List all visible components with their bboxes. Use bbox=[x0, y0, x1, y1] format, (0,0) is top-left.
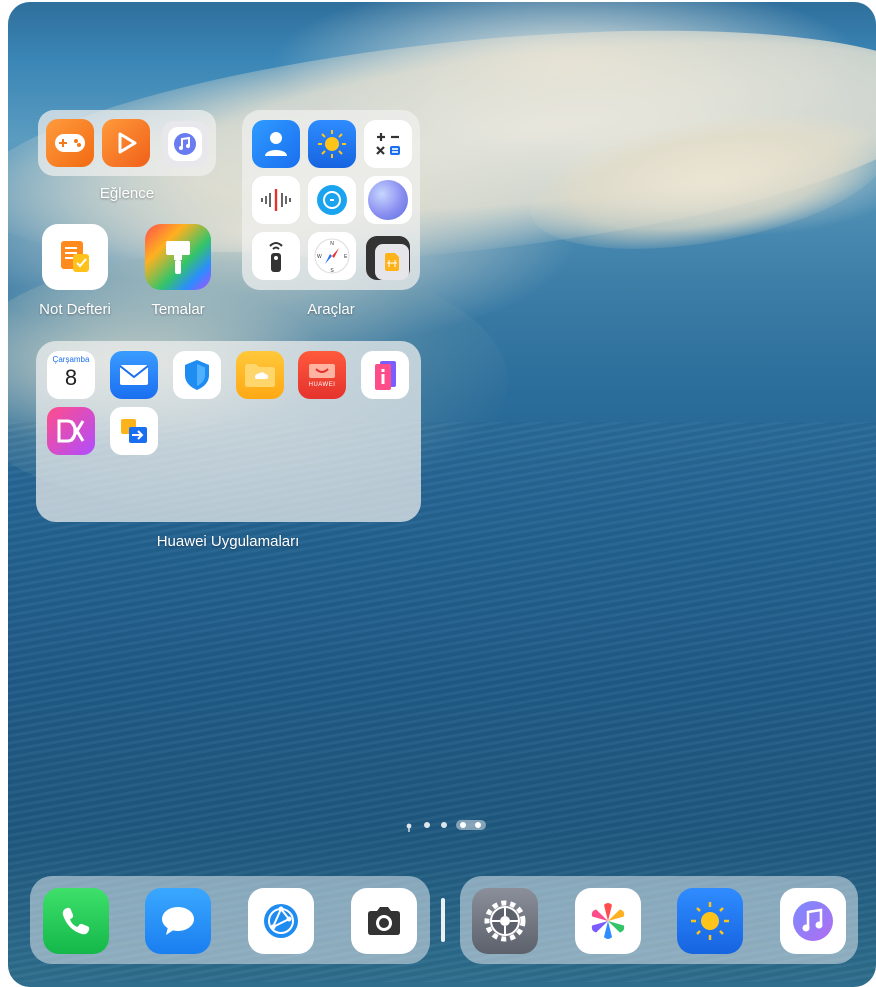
compass-icon: NSWE bbox=[308, 232, 356, 280]
video-editor-icon bbox=[47, 407, 95, 455]
games-icon bbox=[46, 119, 94, 167]
svg-text:W: W bbox=[317, 254, 322, 260]
camera-icon[interactable] bbox=[351, 888, 417, 954]
page-dot[interactable] bbox=[424, 822, 430, 828]
calendar-weekday: Çarşamba bbox=[52, 355, 90, 364]
browser-icon[interactable] bbox=[248, 888, 314, 954]
phone-icon[interactable] bbox=[43, 888, 109, 954]
notes-app-label: Not Defteri bbox=[39, 301, 111, 318]
page-indicator[interactable] bbox=[406, 820, 486, 832]
page-dot[interactable] bbox=[441, 822, 447, 828]
settings-gear-icon[interactable] bbox=[472, 888, 538, 954]
email-icon bbox=[110, 351, 158, 399]
dock-divider bbox=[441, 898, 445, 942]
calendar-day: 8 bbox=[64, 365, 78, 390]
contacts-icon bbox=[252, 120, 300, 168]
gallery-icon[interactable] bbox=[575, 888, 641, 954]
folder-huawei-apps-label: Huawei Uygulamaları bbox=[156, 533, 300, 550]
sim-toolkit-icon bbox=[366, 236, 410, 280]
appgallery-badge: HUAWEI bbox=[308, 382, 336, 388]
remote-control-icon bbox=[252, 232, 300, 280]
files-icon bbox=[236, 351, 284, 399]
music-icon bbox=[162, 121, 208, 167]
weather-icon bbox=[308, 120, 356, 168]
magnifier-icon bbox=[308, 176, 356, 224]
calendar-icon: Çarşamba 8 bbox=[47, 351, 95, 399]
page-dot-active[interactable] bbox=[456, 820, 486, 830]
svg-text:N: N bbox=[330, 241, 334, 247]
folder-entertainment-label: Eğlence bbox=[99, 185, 155, 202]
calculator-icon bbox=[364, 120, 412, 168]
themes-app[interactable] bbox=[145, 224, 211, 290]
mirror-icon bbox=[364, 176, 412, 224]
appgallery-icon: HUAWEI bbox=[298, 351, 346, 399]
messages-icon[interactable] bbox=[145, 888, 211, 954]
folder-tools-label: Araçlar bbox=[307, 301, 355, 318]
page-dot-search[interactable] bbox=[406, 820, 412, 832]
tips-icon bbox=[361, 351, 409, 399]
weather-dock-icon[interactable] bbox=[677, 888, 743, 954]
notes-app[interactable] bbox=[42, 224, 108, 290]
voice-recorder-icon bbox=[252, 176, 300, 224]
music-dock-icon[interactable] bbox=[780, 888, 846, 954]
themes-app-label: Temalar bbox=[151, 301, 205, 318]
video-icon bbox=[102, 119, 150, 167]
phone-clone-icon bbox=[110, 407, 158, 455]
security-shield-icon bbox=[173, 351, 221, 399]
